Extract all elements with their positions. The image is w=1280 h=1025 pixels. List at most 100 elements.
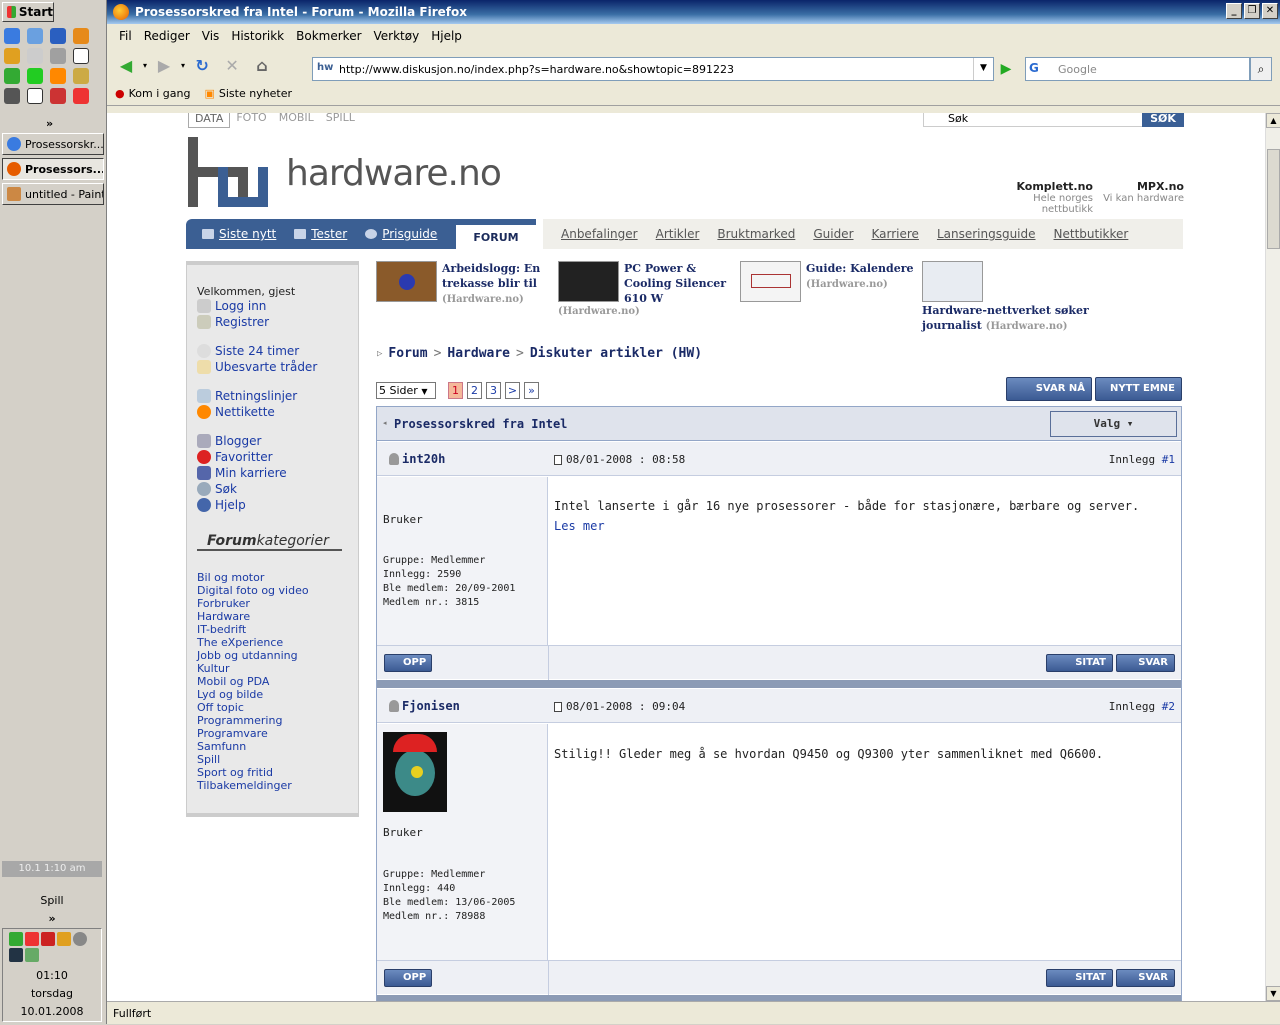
teaser-3[interactable]: Hardware-nettverket søker journalist (Ha… [922,303,1122,334]
close-button[interactable]: ✕ [1262,3,1278,19]
error-icon[interactable] [25,932,39,946]
game-icon[interactable] [50,88,66,104]
page-next[interactable]: > [505,382,520,399]
menu-hjelp[interactable]: Hjelp [425,29,468,43]
bookmark-siste-nyheter[interactable]: ▣ Siste nyheter [204,87,292,100]
nav-anbefalinger[interactable]: Anbefalinger [561,227,638,241]
nav-guider[interactable]: Guider [813,227,853,241]
nav-lanseringsguide[interactable]: Lanseringsguide [937,227,1036,241]
nav-karriere[interactable]: Karriere [872,227,919,241]
task-ie[interactable]: Prosessorskr... [2,133,104,155]
url-input[interactable]: hw http://www.diskusjon.no/index.php?s=h… [312,57,994,81]
blogs-link[interactable]: Blogger [197,434,261,448]
category-link[interactable]: Forbruker [197,597,309,610]
category-link[interactable]: Programmering [197,714,309,727]
post-2-up-button[interactable]: OPP [384,969,432,987]
tab-foto[interactable]: FOTO [230,113,272,128]
tab-spill[interactable]: SPILL [320,113,361,128]
crumb-forum[interactable]: Forum [388,346,427,361]
post-1-quote-button[interactable]: SITAT [1046,654,1113,672]
tool-icon[interactable] [57,932,71,946]
crumb-hardware[interactable]: Hardware [447,346,510,361]
page-3[interactable]: 3 [486,382,501,399]
spill-label[interactable]: Spill [0,894,104,907]
menu-historikk[interactable]: Historikk [225,29,290,43]
post-2-reply-button[interactable]: SVAR [1116,969,1175,987]
guidelines-link[interactable]: Retningslinjer [197,389,297,403]
post-1-up-button[interactable]: OPP [384,654,432,672]
page-last[interactable]: » [524,382,539,399]
quick-launch-more[interactable]: » [46,117,53,130]
post-2-author[interactable]: Fjonisen [389,699,460,713]
category-link[interactable]: Spill [197,753,309,766]
google-icon[interactable]: G [1029,61,1047,77]
category-link[interactable]: Jobb og utdanning [197,649,309,662]
crumb-diskuter[interactable]: Diskuter artikler (HW) [530,346,702,361]
start-button[interactable]: Start [2,2,54,22]
reload-icon[interactable]: ↻ [189,52,215,78]
teaser-2[interactable]: Guide: Kalendere (Hardware.no) [806,261,921,292]
category-link[interactable]: Samfunn [197,740,309,753]
teaser-image-1[interactable] [558,261,619,302]
desktop-icon[interactable] [27,28,43,44]
post-2-quote-button[interactable]: SITAT [1046,969,1113,987]
register-link[interactable]: Registrer [197,315,269,329]
nav-artikler[interactable]: Artikler [656,227,700,241]
category-link[interactable]: Sport og fritid [197,766,309,779]
netiquette-link[interactable]: Nettikette [197,405,275,419]
post-2-avatar[interactable] [383,732,447,812]
scroll-up-icon[interactable]: ▲ [1266,113,1280,128]
read-more-link[interactable]: Les mer [554,519,605,533]
site-search-input[interactable]: Søk [923,113,1143,127]
search-link[interactable]: Søk [197,482,237,496]
options-button[interactable]: Valg ▾ [1050,411,1177,437]
nav-prisguide[interactable]: Prisguide [365,227,437,241]
back-dropdown-icon[interactable]: ▾ [143,61,147,70]
nav-nettbutikker[interactable]: Nettbutikker [1054,227,1129,241]
vertical-scrollbar[interactable]: ▲ ▼ [1265,113,1280,1001]
page-1[interactable]: 1 [448,382,463,399]
link-icon[interactable] [4,88,20,104]
window-icon[interactable] [73,48,89,64]
back-arrow-icon[interactable]: ◀ [113,52,139,78]
task-firefox[interactable]: Prosessors... [2,158,104,180]
menu-verktoy[interactable]: Verktøy [368,29,426,43]
career-link[interactable]: Min karriere [197,466,287,480]
partner-mpx[interactable]: MPX.no Vi kan hardware [1092,180,1184,204]
teaser-image-2[interactable] [740,261,801,302]
forward-dropdown-icon[interactable]: ▾ [181,61,185,70]
tray-more[interactable]: » [0,912,104,925]
teaser-0[interactable]: Arbeidslogg: En trekasse blir til (Hardwa… [442,261,552,307]
url-dropdown-icon[interactable]: ▼ [973,58,993,80]
category-link[interactable]: The eXperience [197,636,309,649]
nav-bruktmarked[interactable]: Bruktmarked [717,227,795,241]
cd-icon[interactable] [50,48,66,64]
home-icon[interactable]: ⌂ [249,52,275,78]
category-link[interactable]: Off topic [197,701,309,714]
search-magnifier-icon[interactable]: ⌕ [1250,57,1272,81]
restore-button[interactable]: ❐ [1244,3,1260,19]
user-icon[interactable] [9,932,23,946]
pen-icon[interactable] [25,948,39,962]
category-link[interactable]: Kultur [197,662,309,675]
last24-link[interactable]: Siste 24 timer [197,344,299,358]
red-app-icon[interactable] [73,88,89,104]
tab-mobil[interactable]: MOBIL [273,113,320,128]
category-link[interactable]: Bil og motor [197,571,309,584]
speaker-icon[interactable] [73,932,87,946]
minimize-button[interactable]: _ [1226,3,1242,19]
post-1-reply-button[interactable]: SVAR [1116,654,1175,672]
category-link[interactable]: Hardware [197,610,309,623]
category-link[interactable]: IT-bedrift [197,623,309,636]
d-icon[interactable] [27,88,43,104]
scroll-down-icon[interactable]: ▼ [1266,986,1280,1001]
category-link[interactable]: Programvare [197,727,309,740]
category-link[interactable]: Lyd og bilde [197,688,309,701]
teaser-1[interactable]: PC Power & Cooling Silencer 610 W [624,261,734,306]
new-topic-button[interactable]: NYTT EMNE [1095,377,1182,401]
category-link[interactable]: Tilbakemeldinger [197,779,309,792]
notepad-icon[interactable] [27,48,43,64]
media-player-icon[interactable] [50,28,66,44]
tab-data[interactable]: DATA [188,113,231,128]
flash-icon[interactable] [41,932,55,946]
